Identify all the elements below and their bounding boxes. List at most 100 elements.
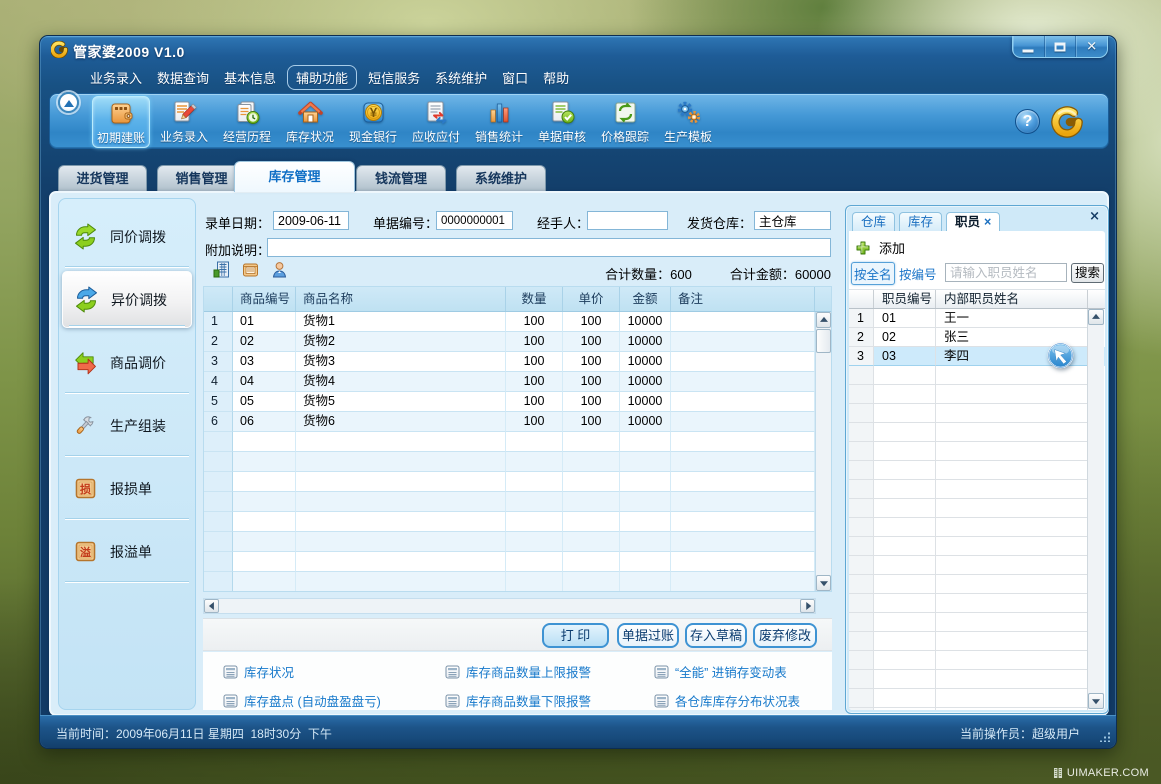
action-button[interactable]: 打 印 bbox=[542, 623, 609, 648]
filter-by-name-button[interactable]: 按全名 bbox=[851, 262, 895, 285]
quick-link[interactable]: 库存商品数量上限报警 bbox=[445, 662, 591, 681]
filter-by-code-button[interactable]: 按编号 bbox=[899, 264, 937, 283]
lookup-tab[interactable]: 库存 bbox=[899, 212, 942, 231]
toolbar-item[interactable]: 现金银行 bbox=[344, 96, 402, 148]
minimize-button[interactable] bbox=[1013, 36, 1045, 57]
title-bar[interactable]: 管家婆2009 V1.0 ✕ bbox=[40, 36, 1116, 63]
employee-row-empty[interactable] bbox=[849, 651, 1105, 670]
toolbar-collapse-button[interactable] bbox=[58, 92, 79, 113]
menu-item[interactable]: 数据查询 bbox=[153, 66, 213, 89]
sidebar-item[interactable]: 生产组装 bbox=[59, 394, 195, 457]
table-row-empty[interactable] bbox=[204, 492, 831, 512]
table-row-empty[interactable] bbox=[204, 572, 831, 591]
toolbar-item[interactable]: 经营历程 bbox=[218, 96, 276, 148]
tab-close-icon[interactable]: × bbox=[984, 215, 991, 229]
sidebar-item[interactable]: 报溢单 bbox=[59, 520, 195, 583]
employee-row-empty[interactable] bbox=[849, 537, 1105, 556]
note-input[interactable] bbox=[267, 238, 831, 257]
menu-item[interactable]: 业务录入 bbox=[86, 66, 146, 89]
warehouse-picker-icon[interactable] bbox=[212, 260, 231, 279]
lookup-tab[interactable]: 仓库 bbox=[852, 212, 895, 231]
action-button[interactable]: 存入草稿 bbox=[685, 623, 747, 648]
quick-link[interactable]: 库存盘点 (自动盘盈盘亏) bbox=[223, 691, 381, 710]
table-row-empty[interactable] bbox=[204, 432, 831, 452]
menu-item[interactable]: 短信服务 bbox=[364, 66, 424, 89]
sidebar-item[interactable]: 异价调拨 bbox=[62, 271, 192, 328]
search-input[interactable] bbox=[945, 263, 1067, 282]
menu-item[interactable]: 系统维护 bbox=[431, 66, 491, 89]
scroll-down-button[interactable] bbox=[1088, 693, 1104, 709]
sidebar-item[interactable]: 商品调价 bbox=[59, 331, 195, 394]
module-tab[interactable]: 进货管理 bbox=[58, 165, 147, 192]
lookup-tab[interactable]: 职员× bbox=[946, 212, 1000, 232]
vertical-scrollbar[interactable] bbox=[815, 312, 831, 591]
employee-row-empty[interactable] bbox=[849, 575, 1105, 594]
quick-link[interactable]: “全能” 进销存变动表 bbox=[654, 662, 787, 681]
scroll-up-button[interactable] bbox=[1088, 309, 1104, 325]
module-tab[interactable]: 销售管理 bbox=[157, 165, 246, 192]
module-tab[interactable]: 库存管理 bbox=[234, 161, 355, 192]
employee-row-empty[interactable] bbox=[849, 594, 1105, 613]
toolbar-item[interactable]: 库存状况 bbox=[281, 96, 339, 148]
quick-link[interactable]: 各仓库库存分布状况表 bbox=[654, 691, 800, 710]
toolbar-item[interactable]: 销售统计 bbox=[470, 96, 528, 148]
search-button[interactable]: 搜索 bbox=[1071, 263, 1104, 283]
toolbar-item[interactable]: 初期建账 bbox=[92, 96, 150, 148]
sidebar-item[interactable]: 同价调拨 bbox=[59, 205, 195, 268]
table-row-empty[interactable] bbox=[204, 532, 831, 552]
employee-row-empty[interactable] bbox=[849, 632, 1105, 651]
table-row[interactable]: 3 03 货物3 100 100 10000 bbox=[204, 352, 831, 372]
scroll-left-button[interactable] bbox=[204, 599, 219, 613]
scroll-up-button[interactable] bbox=[816, 312, 831, 328]
menu-item[interactable]: 帮助 bbox=[539, 66, 573, 89]
menu-item[interactable]: 窗口 bbox=[498, 66, 532, 89]
toolbar-item[interactable]: 应收应付 bbox=[407, 96, 465, 148]
quick-link[interactable]: 库存状况 bbox=[223, 662, 294, 681]
employee-row-empty[interactable] bbox=[849, 689, 1105, 708]
table-row[interactable]: 4 04 货物4 100 100 10000 bbox=[204, 372, 831, 392]
add-row[interactable]: 添加 bbox=[856, 238, 905, 257]
action-button[interactable]: 废弃修改 bbox=[753, 623, 817, 648]
module-tab[interactable]: 钱流管理 bbox=[356, 165, 446, 192]
help-button[interactable]: ? bbox=[1015, 109, 1040, 134]
employee-row-empty[interactable] bbox=[849, 708, 1105, 710]
employee-row-empty[interactable] bbox=[849, 442, 1105, 461]
panel-close-icon[interactable]: × bbox=[1089, 209, 1100, 224]
module-tab[interactable]: 系统维护 bbox=[456, 165, 546, 192]
employee-row[interactable]: 1 01 王一 bbox=[849, 309, 1105, 328]
employee-row-empty[interactable] bbox=[849, 404, 1105, 423]
employee-row-empty[interactable] bbox=[849, 461, 1105, 480]
menu-item[interactable]: 基本信息 bbox=[220, 66, 280, 89]
quick-link[interactable]: 库存商品数量下限报警 bbox=[445, 691, 591, 710]
table-row-empty[interactable] bbox=[204, 512, 831, 532]
item-picker-icon[interactable] bbox=[241, 260, 260, 279]
horizontal-scrollbar[interactable] bbox=[203, 598, 816, 614]
date-input[interactable] bbox=[273, 211, 349, 230]
employee-row-empty[interactable] bbox=[849, 423, 1105, 442]
employee-row-empty[interactable] bbox=[849, 480, 1105, 499]
resize-grip-icon[interactable] bbox=[1100, 732, 1110, 742]
employee-row-empty[interactable] bbox=[849, 385, 1105, 404]
menu-item[interactable]: 辅助功能 bbox=[287, 65, 357, 90]
table-row[interactable]: 2 02 货物2 100 100 10000 bbox=[204, 332, 831, 352]
employee-row-empty[interactable] bbox=[849, 518, 1105, 537]
table-row-empty[interactable] bbox=[204, 472, 831, 492]
warehouse-input[interactable] bbox=[754, 211, 831, 230]
employee-row-empty[interactable] bbox=[849, 556, 1105, 575]
employee-scrollbar[interactable] bbox=[1087, 309, 1104, 709]
scroll-down-button[interactable] bbox=[816, 575, 831, 591]
toolbar-item[interactable]: 业务录入 bbox=[155, 96, 213, 148]
close-button[interactable]: ✕ bbox=[1076, 36, 1107, 57]
employee-row-empty[interactable] bbox=[849, 499, 1105, 518]
table-row[interactable]: 1 01 货物1 100 100 10000 bbox=[204, 312, 831, 332]
action-button[interactable]: 单据过账 bbox=[617, 623, 679, 648]
toolbar-item[interactable]: 生产模板 bbox=[659, 96, 717, 148]
sidebar-item[interactable]: 报损单 bbox=[59, 457, 195, 520]
table-row-empty[interactable] bbox=[204, 552, 831, 572]
toolbar-item[interactable]: 单据审核 bbox=[533, 96, 591, 148]
table-row[interactable]: 5 05 货物5 100 100 10000 bbox=[204, 392, 831, 412]
employee-row-empty[interactable] bbox=[849, 613, 1105, 632]
table-row-empty[interactable] bbox=[204, 452, 831, 472]
handler-input[interactable] bbox=[587, 211, 668, 230]
scroll-thumb[interactable] bbox=[816, 329, 831, 353]
